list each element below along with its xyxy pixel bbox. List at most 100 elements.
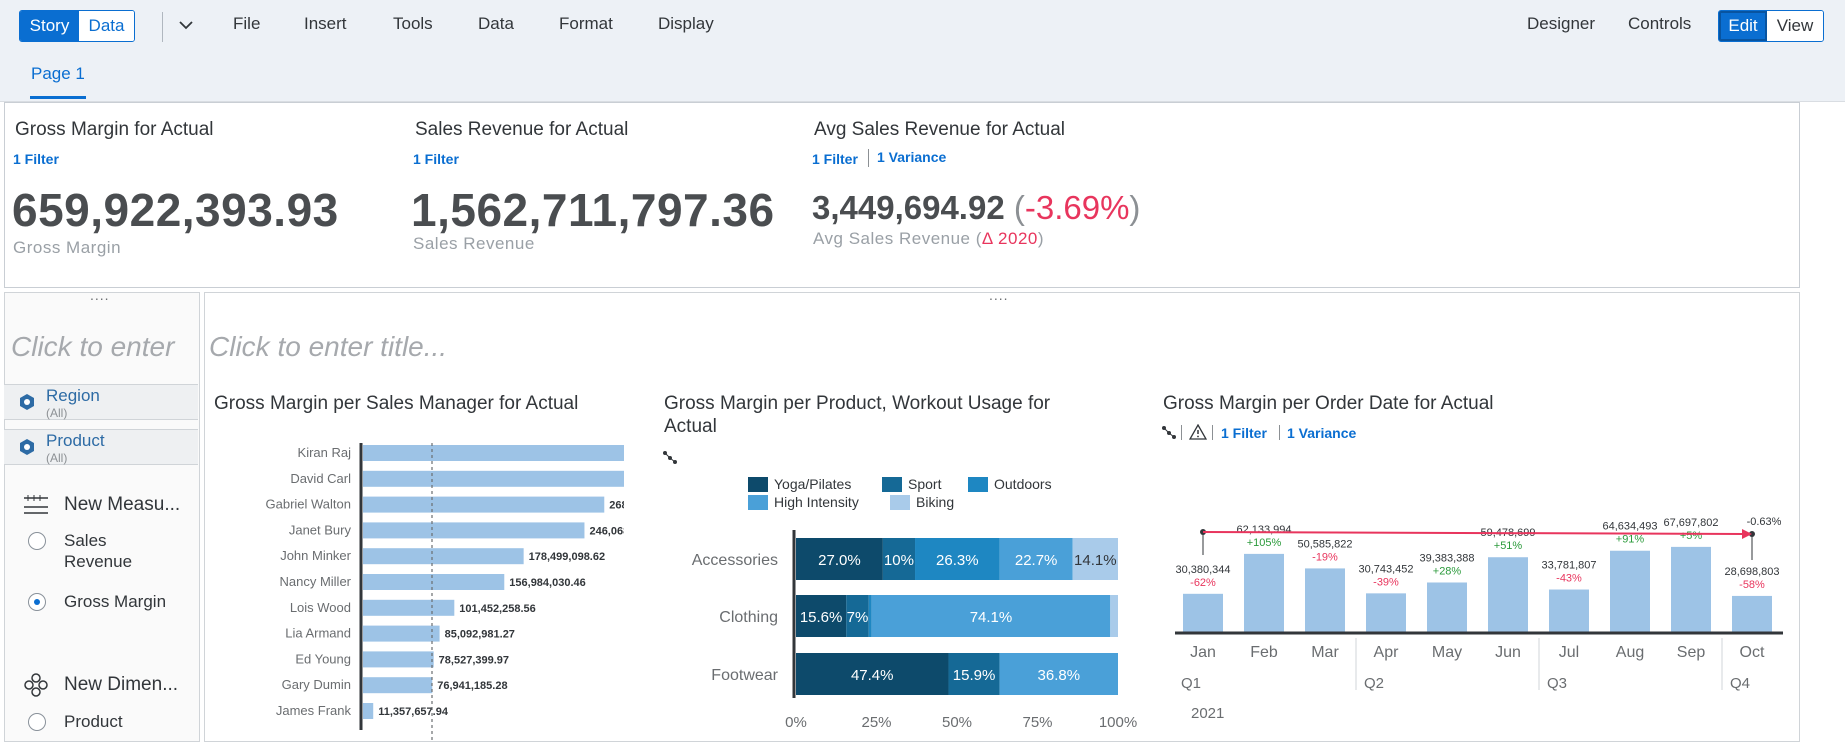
month-label: Jan xyxy=(1190,644,1216,661)
month-label: May xyxy=(1432,644,1462,661)
legend-item: Sport xyxy=(882,476,941,492)
legend-label: Sport xyxy=(908,476,942,492)
data-label: 50,585,822 xyxy=(1297,538,1352,550)
kpi-value: 3,449,694.92 xyxy=(812,189,1005,226)
product-usage-chart[interactable]: Accessories 27.0% 10% 26.3% 22.7% 14.1% Clothi… xyxy=(664,520,1144,740)
view-toggle-button[interactable]: View xyxy=(1767,11,1823,41)
filter-link[interactable]: 1 Filter xyxy=(812,151,858,167)
overall-variance-label: -0.63% xyxy=(1747,516,1782,528)
variance-label: +91% xyxy=(1616,534,1645,546)
filter-product[interactable]: Product (All) xyxy=(4,429,198,465)
resize-grip[interactable]: .... xyxy=(90,287,110,303)
tab-page-1[interactable]: Page 1 xyxy=(31,64,85,84)
radio-sales-revenue[interactable] xyxy=(28,532,46,550)
variance-link[interactable]: 1 Variance xyxy=(877,149,946,165)
data-toggle-button[interactable]: Data xyxy=(79,11,134,41)
menu-format[interactable]: Format xyxy=(559,14,613,34)
variance-link[interactable]: 1 Variance xyxy=(1287,425,1356,441)
bar xyxy=(1305,568,1345,632)
menu-file[interactable]: File xyxy=(233,14,260,34)
toolbar-divider xyxy=(162,12,163,42)
month-label: Aug xyxy=(1616,644,1644,661)
panel-title-placeholder[interactable]: Click to enter title... xyxy=(209,331,447,363)
month-label: Jun xyxy=(1495,644,1521,661)
radio-label: Product xyxy=(64,712,123,731)
bar xyxy=(1732,595,1772,632)
menu-display[interactable]: Display xyxy=(658,14,714,34)
panel-title-placeholder[interactable]: Click to enter xyxy=(11,331,174,363)
chart-title: Gross Margin per Order Date for Actual xyxy=(1163,393,1494,414)
month-label: Sep xyxy=(1677,644,1706,661)
measure-group-header: New Measu... xyxy=(64,494,181,515)
category-label: Lia Armand xyxy=(285,626,351,641)
bar xyxy=(1427,582,1467,632)
menu-tools[interactable]: Tools xyxy=(393,14,433,34)
edit-toggle-button[interactable]: Edit xyxy=(1719,11,1767,41)
legend-label: Yoga/Pilates xyxy=(774,476,852,492)
legend-item: Biking xyxy=(890,494,954,510)
radio-label: Gross Margin xyxy=(64,592,167,611)
quarter-label: Q1 xyxy=(1181,675,1201,692)
variance-label: -39% xyxy=(1373,576,1399,588)
story-data-toggle: Story Data xyxy=(19,10,135,42)
story-toggle-button[interactable]: Story xyxy=(20,11,79,41)
filter-link[interactable]: 1 Filter xyxy=(1221,425,1267,441)
resize-grip[interactable]: .... xyxy=(989,287,1009,303)
radio-label: Sales Revenue xyxy=(64,531,133,571)
variance-label: +28% xyxy=(1433,565,1462,577)
hierarchy-icon[interactable] xyxy=(1161,425,1177,439)
cube-icon xyxy=(20,394,34,410)
kpi-title: Avg Sales Revenue for Actual xyxy=(814,119,1066,140)
variance-label: +105% xyxy=(1247,537,1282,549)
chevron-down-icon[interactable] xyxy=(178,18,194,32)
link-divider xyxy=(1279,425,1280,440)
quarter-label: Q4 xyxy=(1730,675,1750,692)
kpi-title: Sales Revenue for Actual xyxy=(415,119,629,140)
app-toolbar: Story Data File Insert Tools Data Format… xyxy=(0,0,1845,102)
filter-link[interactable]: 1 Filter xyxy=(413,151,459,167)
radio-gross-margin[interactable] xyxy=(28,593,46,611)
bar-segment xyxy=(1110,595,1118,637)
chart-title: Gross Margin per Sales Manager for Actua… xyxy=(214,393,579,414)
category-label: Gabriel Walton xyxy=(266,497,352,512)
data-label: 15.6% xyxy=(800,609,843,626)
menu-data[interactable]: Data xyxy=(478,14,514,34)
category-label: Kiran Raj xyxy=(298,445,352,460)
year-label: 2021 xyxy=(1191,705,1224,722)
filter-value: (All) xyxy=(46,406,68,420)
data-label: 62,133,994 xyxy=(1236,524,1291,536)
filter-link[interactable]: 1 Filter xyxy=(13,151,59,167)
quarter-label: Q2 xyxy=(1364,675,1384,692)
controls-button[interactable]: Controls xyxy=(1628,14,1691,34)
bar xyxy=(363,574,505,590)
bar xyxy=(363,677,433,694)
data-label: 85,092,981.27 xyxy=(445,629,515,641)
hierarchy-icon[interactable] xyxy=(662,450,678,464)
category-label: Footwear xyxy=(711,667,778,684)
bar xyxy=(1366,593,1406,632)
data-label: 30,743,452 xyxy=(1358,563,1413,575)
radio-product[interactable] xyxy=(28,713,46,731)
menu-insert[interactable]: Insert xyxy=(304,14,347,34)
legend-label: High Intensity xyxy=(774,494,859,510)
bar xyxy=(363,496,605,513)
variance-label: -19% xyxy=(1312,551,1338,563)
filter-label: Product xyxy=(46,431,105,450)
data-label: 178,499,098.62 xyxy=(529,551,605,563)
filter-region[interactable]: Region (All) xyxy=(4,384,198,420)
warning-icon[interactable] xyxy=(1189,424,1207,440)
filter-label: Region xyxy=(46,386,100,405)
order-date-chart[interactable]: 30,380,344-62% Jan 62,133,994+105% Feb 50,58… xyxy=(1163,500,1795,740)
kpi-value-row: 3,449,694.92 (-3.69%) xyxy=(812,189,1140,227)
data-label: 30,380,344 xyxy=(1175,564,1230,576)
sales-manager-chart[interactable]: Kiran Raj359,875,347.08David Carl312,836… xyxy=(214,440,624,740)
designer-button[interactable]: Designer xyxy=(1527,14,1595,34)
kpi-delta: -3.69% xyxy=(1024,189,1130,226)
kpi-panel: Gross Margin for Actual 1 Filter 659,922… xyxy=(4,102,1800,288)
category-label: Clothing xyxy=(719,609,778,626)
category-label: James Frank xyxy=(276,703,352,718)
bar xyxy=(1488,557,1528,632)
measure-icon xyxy=(24,495,48,514)
variance-label: -62% xyxy=(1190,577,1216,589)
kpi-subtitle-close: ) xyxy=(1037,229,1045,248)
